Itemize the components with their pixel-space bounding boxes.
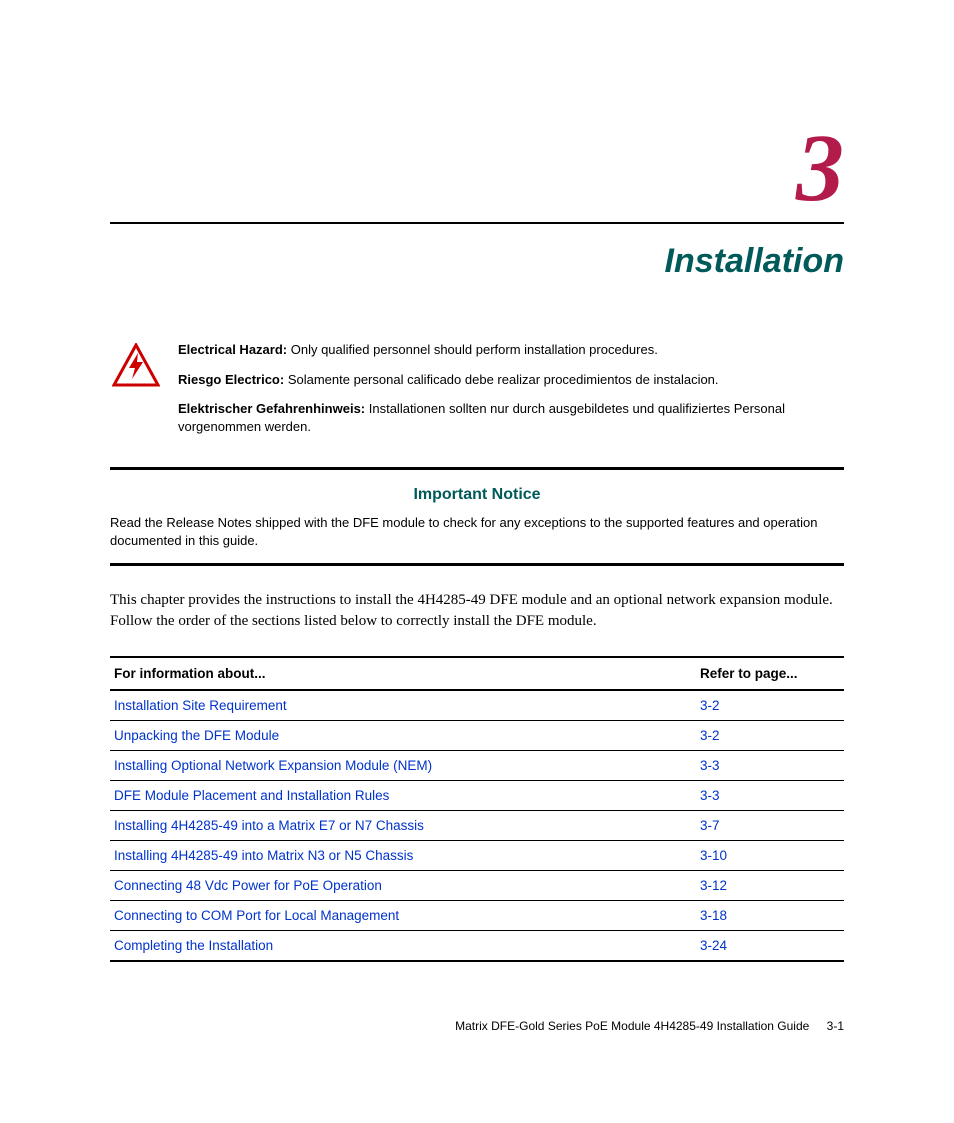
toc-page-link[interactable]: 3-2	[700, 728, 720, 743]
toc-header-page: Refer to page...	[696, 657, 844, 690]
toc-link[interactable]: Unpacking the DFE Module	[114, 728, 279, 743]
toc-header-info: For information about...	[110, 657, 696, 690]
notice-top-rule	[110, 467, 844, 470]
chapter-intro: This chapter provides the instructions t…	[110, 590, 844, 632]
important-notice-body: Read the Release Notes shipped with the …	[110, 514, 844, 549]
toc-link[interactable]: Installing Optional Network Expansion Mo…	[114, 758, 432, 773]
table-row: Connecting to COM Port for Local Managem…	[110, 901, 844, 931]
hazard-es-label: Riesgo Electrico:	[178, 372, 284, 387]
hazard-en-label: Electrical Hazard:	[178, 342, 287, 357]
table-row: DFE Module Placement and Installation Ru…	[110, 781, 844, 811]
toc-page-link[interactable]: 3-7	[700, 818, 720, 833]
hazard-de-label: Elektrischer Gefahrenhinweis:	[178, 401, 365, 416]
toc-table: For information about... Refer to page..…	[110, 656, 844, 962]
toc-link[interactable]: Installing 4H4285-49 into a Matrix E7 or…	[114, 818, 424, 833]
toc-link[interactable]: DFE Module Placement and Installation Ru…	[114, 788, 389, 803]
toc-link[interactable]: Connecting to COM Port for Local Managem…	[114, 908, 399, 923]
hazard-en-text: Only qualified personnel should perform …	[291, 342, 658, 357]
page-footer: Matrix DFE-Gold Series PoE Module 4H4285…	[455, 1019, 844, 1033]
toc-page-link[interactable]: 3-2	[700, 698, 720, 713]
hazard-block: Electrical Hazard: Only qualified person…	[112, 341, 844, 447]
table-row: Installing 4H4285-49 into a Matrix E7 or…	[110, 811, 844, 841]
footer-page-number: 3-1	[827, 1019, 844, 1033]
hazard-en: Electrical Hazard: Only qualified person…	[178, 341, 844, 359]
hazard-de: Elektrischer Gefahrenhinweis: Installati…	[178, 400, 844, 435]
toc-link[interactable]: Connecting 48 Vdc Power for PoE Operatio…	[114, 878, 382, 893]
table-row: Completing the Installation 3-24	[110, 931, 844, 962]
table-row: Installing 4H4285-49 into Matrix N3 or N…	[110, 841, 844, 871]
table-row: Installation Site Requirement 3-2	[110, 690, 844, 721]
hazard-es: Riesgo Electrico: Solamente personal cal…	[178, 371, 844, 389]
title-rule	[110, 222, 844, 224]
footer-title: Matrix DFE-Gold Series PoE Module 4H4285…	[455, 1019, 809, 1033]
electrical-hazard-icon	[112, 341, 160, 392]
toc-page-link[interactable]: 3-3	[700, 788, 720, 803]
chapter-number: 3	[110, 120, 844, 216]
chapter-title: Installation	[110, 242, 844, 281]
table-row: Installing Optional Network Expansion Mo…	[110, 751, 844, 781]
toc-page-link[interactable]: 3-3	[700, 758, 720, 773]
toc-link[interactable]: Completing the Installation	[114, 938, 273, 953]
hazard-es-text: Solamente personal calificado debe reali…	[288, 372, 719, 387]
toc-page-link[interactable]: 3-24	[700, 938, 727, 953]
notice-bottom-rule	[110, 563, 844, 566]
toc-page-link[interactable]: 3-12	[700, 878, 727, 893]
important-notice-heading: Important Notice	[110, 486, 844, 504]
toc-link[interactable]: Installation Site Requirement	[114, 698, 287, 713]
toc-page-link[interactable]: 3-18	[700, 908, 727, 923]
toc-link[interactable]: Installing 4H4285-49 into Matrix N3 or N…	[114, 848, 413, 863]
toc-page-link[interactable]: 3-10	[700, 848, 727, 863]
table-row: Unpacking the DFE Module 3-2	[110, 721, 844, 751]
table-row: Connecting 48 Vdc Power for PoE Operatio…	[110, 871, 844, 901]
